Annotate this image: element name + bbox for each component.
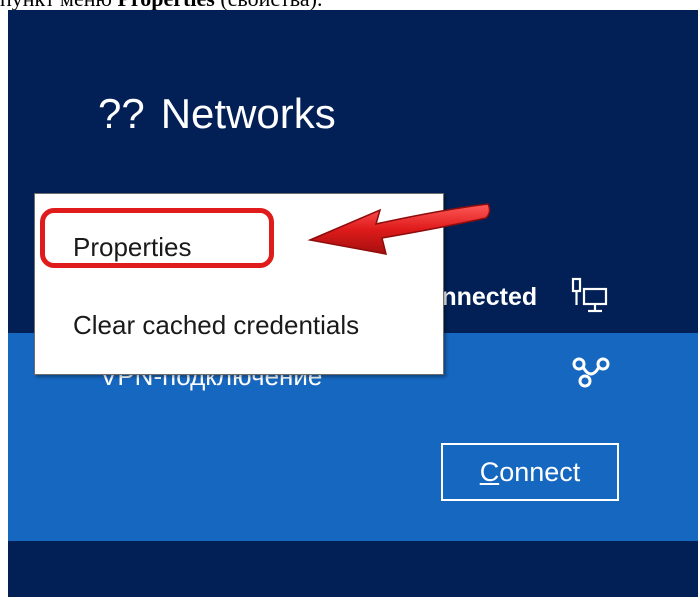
networks-title-text: Networks	[160, 90, 336, 137]
left-strip	[0, 10, 8, 597]
panel-title: ?? Networks	[98, 90, 336, 138]
menu-item-clear-cached-credentials[interactable]: Clear cached credentials	[73, 310, 359, 341]
properties-highlight-frame	[40, 208, 274, 268]
ethernet-icon	[571, 277, 608, 313]
connect-accesskey: C	[479, 456, 500, 487]
vpn-icon	[572, 357, 610, 388]
pointer-arrow	[307, 203, 491, 255]
connect-button[interactable]: Connect	[441, 443, 619, 501]
networks-title-icon: ??	[98, 90, 145, 137]
connect-label: onnect	[499, 456, 581, 487]
